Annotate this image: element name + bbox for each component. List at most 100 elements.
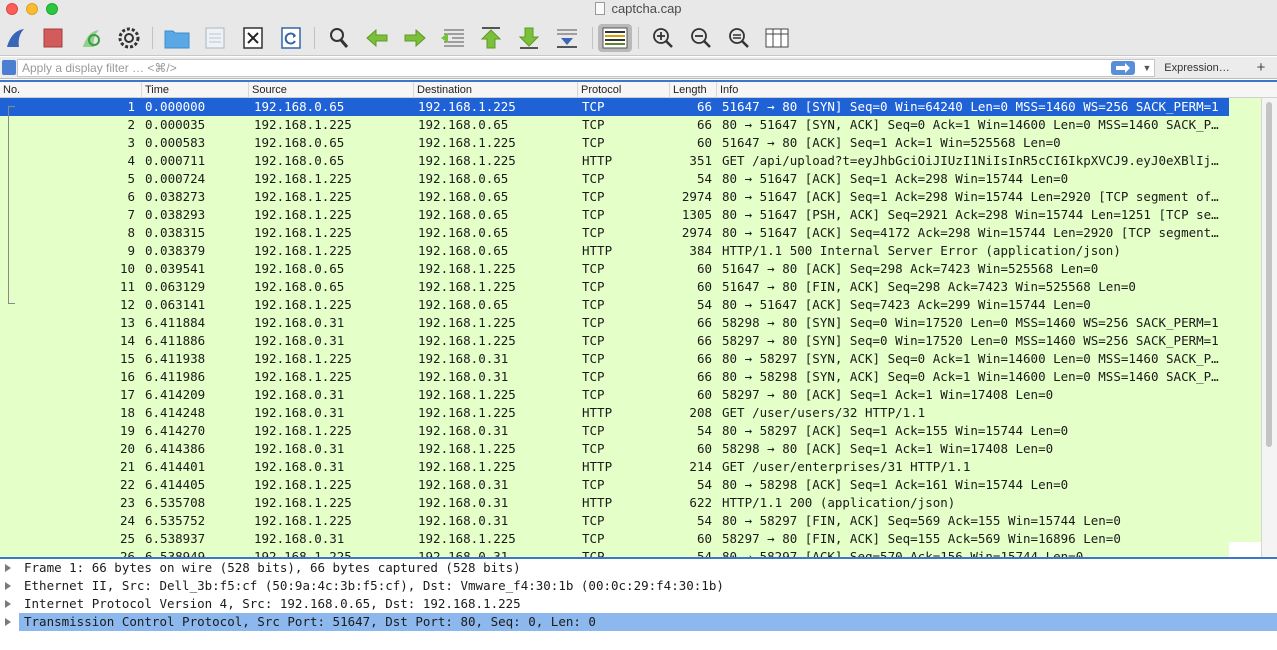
packet-scrollbar-thumb[interactable]	[1266, 102, 1272, 447]
packet-row[interactable]: 10 0.039541 192.168.0.65 192.168.1.225 TCP 60…	[0, 260, 1229, 278]
go-first-button[interactable]	[478, 25, 504, 51]
packet-cell-dst: 192.168.0.65	[418, 207, 509, 222]
auto-scroll-button[interactable]	[554, 25, 580, 51]
start-capture-button[interactable]	[3, 25, 29, 51]
packet-cell-info: 80 → 51647 [ACK] Seq=4172 Ack=298 Win=15…	[722, 225, 1224, 240]
packet-row[interactable]: 16 6.411986 192.168.1.225 192.168.0.31 TCP 66…	[0, 368, 1229, 386]
packet-row[interactable]: 6 0.038273 192.168.1.225 192.168.0.65 TCP 297…	[0, 188, 1229, 206]
close-file-button[interactable]	[240, 25, 266, 51]
resize-columns-button[interactable]	[764, 25, 790, 51]
expand-triangle-icon[interactable]	[5, 582, 11, 590]
packet-row[interactable]: 26 6.538949 192.168.1.225 192.168.0.31 TCP 54…	[0, 548, 1229, 557]
packet-cell-dst: 192.168.1.225	[418, 531, 516, 546]
packet-cell-no: 6	[127, 189, 135, 204]
packet-cell-dst: 192.168.0.31	[418, 513, 509, 528]
column-header-info[interactable]: Info	[717, 82, 1277, 98]
packet-cell-dst: 192.168.1.225	[418, 387, 516, 402]
packet-cell-dst: 192.168.1.225	[418, 135, 516, 150]
packet-cell-proto: HTTP	[582, 153, 613, 168]
column-header-protocol[interactable]: Protocol	[578, 82, 670, 98]
capture-options-button[interactable]	[116, 25, 142, 51]
go-last-icon	[518, 27, 540, 49]
column-header-time[interactable]: Time	[142, 82, 249, 98]
filter-bookmark-icon[interactable]	[2, 60, 16, 75]
packet-row[interactable]: 14 6.411886 192.168.0.31 192.168.1.225 TCP 66…	[0, 332, 1229, 350]
packet-cell-len: 60	[696, 261, 712, 276]
packet-row[interactable]: 1 0.000000 192.168.0.65 192.168.1.225 TCP 66 5…	[0, 98, 1229, 116]
display-filter-input[interactable]	[17, 59, 1155, 77]
expression-button[interactable]: Expression…	[1158, 59, 1236, 77]
column-header-no[interactable]: No.	[0, 82, 142, 98]
packet-row[interactable]: 12 0.063141 192.168.1.225 192.168.0.65 TCP 54…	[0, 296, 1229, 314]
packet-cell-dst: 192.168.0.31	[418, 351, 509, 366]
go-back-icon	[366, 28, 388, 48]
packet-list-scroll-corner	[1229, 542, 1261, 557]
packet-cell-proto: TCP	[582, 135, 605, 150]
packet-cell-len: 214	[689, 459, 712, 474]
packet-row[interactable]: 20 6.414386 192.168.0.31 192.168.1.225 TCP 60…	[0, 440, 1229, 458]
packet-cell-len: 66	[696, 333, 712, 348]
column-header-source[interactable]: Source	[249, 82, 414, 98]
colorize-button[interactable]	[598, 24, 632, 52]
colorize-icon	[602, 27, 628, 49]
packet-row[interactable]: 25 6.538937 192.168.0.31 192.168.1.225 TCP 60…	[0, 530, 1229, 548]
stop-capture-button[interactable]	[40, 25, 66, 51]
expand-triangle-icon[interactable]	[5, 600, 11, 608]
packet-cell-info: HTTP/1.1 200 (application/json)	[722, 495, 956, 510]
zoom-out-button[interactable]	[688, 25, 714, 51]
recent-filters-dropdown[interactable]: ▼	[1139, 59, 1155, 77]
packet-row[interactable]: 13 6.411884 192.168.0.31 192.168.1.225 TCP 66…	[0, 314, 1229, 332]
packet-row[interactable]: 19 6.414270 192.168.1.225 192.168.0.31 TCP 54…	[0, 422, 1229, 440]
packet-row[interactable]: 15 6.411938 192.168.1.225 192.168.0.31 TCP 66…	[0, 350, 1229, 368]
packet-cell-info: 51647 → 80 [FIN, ACK] Seq=298 Ack=7423 W…	[722, 279, 1136, 294]
go-to-packet-button[interactable]	[440, 25, 466, 51]
open-file-button[interactable]	[164, 25, 190, 51]
packet-row[interactable]: 21 6.414401 192.168.0.31 192.168.1.225 HTTP 2…	[0, 458, 1229, 476]
packet-cell-time: 0.039541	[145, 261, 206, 276]
restart-capture-button[interactable]	[78, 25, 104, 51]
packet-row[interactable]: 2 0.000035 192.168.1.225 192.168.0.65 TCP 66 8…	[0, 116, 1229, 134]
packet-row[interactable]: 18 6.414248 192.168.0.31 192.168.1.225 HTTP 2…	[0, 404, 1229, 422]
conversation-bracket-start	[8, 106, 15, 107]
packet-cell-dst: 192.168.0.65	[418, 171, 509, 186]
packet-cell-len: 54	[696, 513, 712, 528]
packet-cell-info: 80 → 51647 [ACK] Seq=7423 Ack=299 Win=15…	[722, 297, 1091, 312]
expand-triangle-icon[interactable]	[5, 564, 11, 572]
packet-row[interactable]: 4 0.000711 192.168.0.65 192.168.1.225 HTTP 35…	[0, 152, 1229, 170]
packet-row[interactable]: 22 6.414405 192.168.1.225 192.168.0.31 TCP 54…	[0, 476, 1229, 494]
column-header-destination[interactable]: Destination	[414, 82, 578, 98]
packet-row[interactable]: 3 0.000583 192.168.0.65 192.168.1.225 TCP 60 5…	[0, 134, 1229, 152]
go-last-button[interactable]	[516, 25, 542, 51]
packet-row[interactable]: 17 6.414209 192.168.0.31 192.168.1.225 TCP 60…	[0, 386, 1229, 404]
detail-tree-item[interactable]: Frame 1: 66 bytes on wire (528 bits), 66…	[0, 559, 1277, 577]
zoom-in-icon	[653, 28, 673, 48]
zoom-in-button[interactable]	[650, 25, 676, 51]
detail-tree-item[interactable]: Internet Protocol Version 4, Src: 192.16…	[0, 595, 1277, 613]
packet-row[interactable]: 24 6.535752 192.168.1.225 192.168.0.31 TCP 54…	[0, 512, 1229, 530]
packet-cell-no: 5	[127, 171, 135, 186]
add-filter-button[interactable]: +	[1252, 58, 1270, 78]
packet-cell-proto: HTTP	[582, 495, 613, 510]
packet-row[interactable]: 5 0.000724 192.168.1.225 192.168.0.65 TCP 54 8…	[0, 170, 1229, 188]
packet-row[interactable]: 11 0.063129 192.168.0.65 192.168.1.225 TCP 60…	[0, 278, 1229, 296]
expand-triangle-icon[interactable]	[5, 618, 11, 626]
apply-filter-button[interactable]	[1111, 61, 1135, 75]
main-toolbar	[0, 20, 1277, 56]
normal-size-button[interactable]	[726, 25, 752, 51]
display-filter-bar: ▼ Expression… +	[0, 57, 1277, 79]
packet-cell-dst: 192.168.1.225	[418, 279, 516, 294]
packet-row[interactable]: 9 0.038379 192.168.1.225 192.168.0.65 HTTP 38…	[0, 242, 1229, 260]
go-back-button[interactable]	[364, 25, 390, 51]
column-header-length[interactable]: Length	[670, 82, 717, 98]
go-forward-button[interactable]	[402, 25, 428, 51]
find-packet-button[interactable]	[326, 25, 352, 51]
packet-cell-info: 80 → 51647 [ACK] Seq=1 Ack=298 Win=15744…	[722, 189, 1224, 204]
detail-tree-item[interactable]: Transmission Control Protocol, Src Port:…	[0, 613, 1277, 631]
reload-file-button[interactable]	[278, 25, 304, 51]
packet-row[interactable]: 7 0.038293 192.168.1.225 192.168.0.65 TCP 130…	[0, 206, 1229, 224]
open-file-icon	[164, 30, 190, 49]
save-file-button[interactable]	[202, 25, 228, 51]
packet-row[interactable]: 23 6.535708 192.168.1.225 192.168.0.31 HTTP 6…	[0, 494, 1229, 512]
detail-tree-item[interactable]: Ethernet II, Src: Dell_3b:f5:cf (50:9a:4…	[0, 577, 1277, 595]
packet-row[interactable]: 8 0.038315 192.168.1.225 192.168.0.65 TCP 297…	[0, 224, 1229, 242]
